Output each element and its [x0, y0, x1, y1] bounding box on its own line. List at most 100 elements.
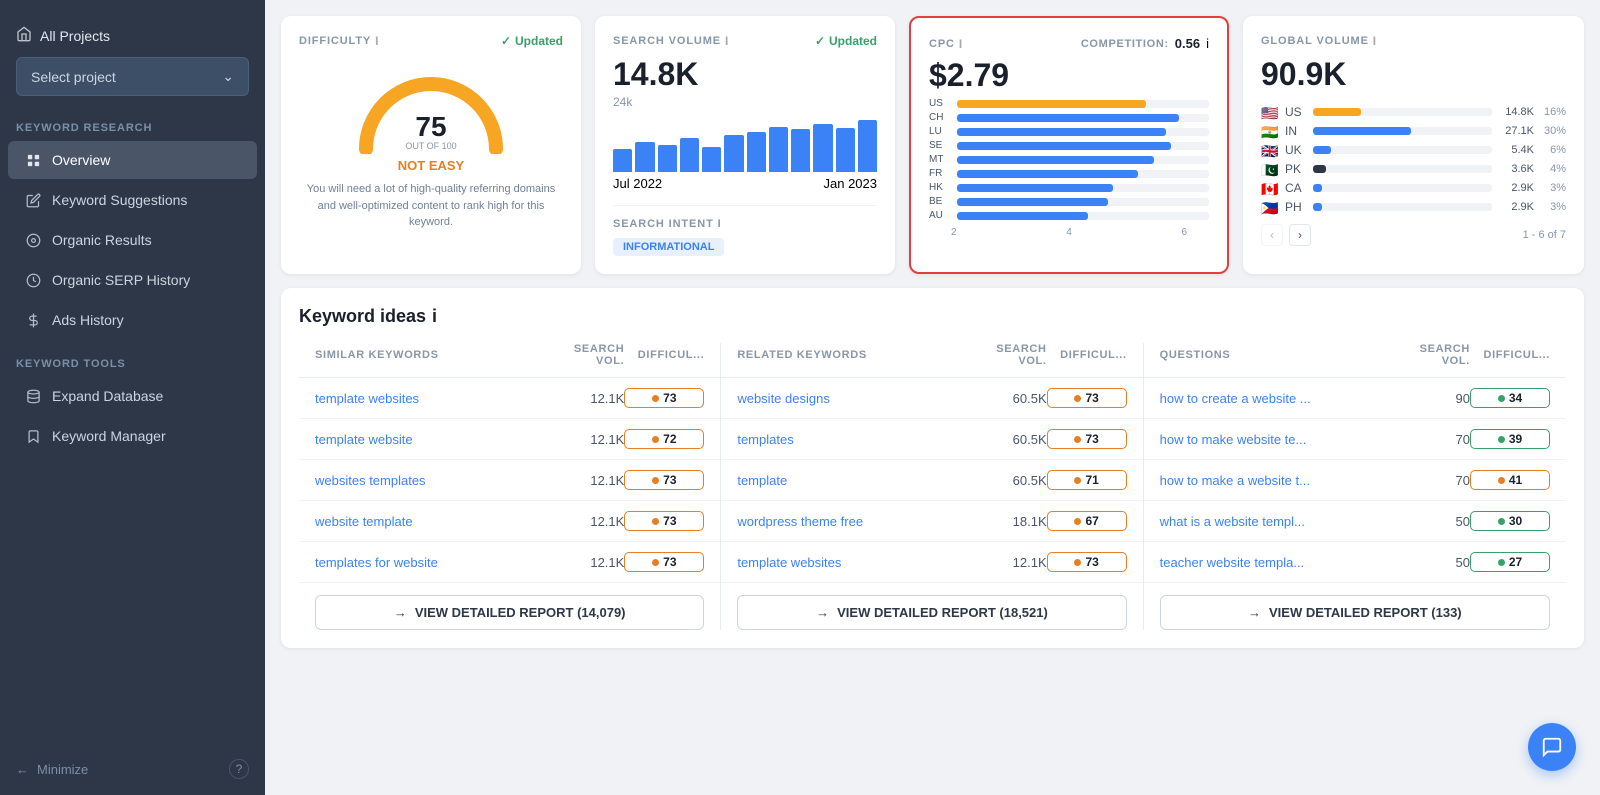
minimize-label: Minimize [37, 762, 88, 777]
questions-vol-header: SEARCH VOL. [1390, 343, 1470, 367]
table-row: templates for website12.1K73 [299, 542, 720, 583]
diff-dot [652, 559, 659, 566]
sidebar-item-overview[interactable]: Overview [8, 141, 257, 179]
kw-vol: 60.5K [967, 391, 1047, 406]
svg-text:OUT OF 100: OUT OF 100 [405, 141, 456, 151]
select-project-label: Select project [31, 69, 116, 85]
svg-text:75: 75 [415, 111, 446, 142]
related-vol-header: SEARCH VOL. [967, 343, 1047, 367]
gauge-rating: NOT EASY [398, 158, 464, 173]
bookmark-icon [24, 427, 42, 445]
sv-value: 14.8K [613, 56, 877, 93]
gv-next-button[interactable]: › [1289, 224, 1311, 246]
kw-link[interactable]: website template [315, 514, 544, 529]
competition-info-icon[interactable]: i [1206, 36, 1209, 51]
search-volume-card: SEARCH VOLUME i ✓ Updated 14.8K 24k [595, 16, 895, 274]
kw-link[interactable]: website designs [737, 391, 966, 406]
difficulty-info-icon[interactable]: i [375, 34, 379, 48]
related-keywords-col: RELATED KEYWORDS SEARCH VOL. DIFFICUL...… [721, 343, 1143, 630]
search-intent-section: SEARCH INTENT i INFORMATIONAL [613, 205, 877, 256]
kw-vol: 50 [1390, 514, 1470, 529]
questions-view-report-button[interactable]: → VIEW DETAILED REPORT (133) [1160, 595, 1550, 630]
circle-icon [24, 231, 42, 249]
kw-link[interactable]: templates [737, 432, 966, 447]
difficulty-badge: 73 [1047, 429, 1127, 449]
table-row: wordpress theme free18.1K67 [721, 501, 1142, 542]
cpc-bars: US CH LU SE MT FR HK BE AU [929, 98, 1209, 221]
questions-col-header: QUESTIONS [1160, 349, 1390, 361]
sv-info-icon[interactable]: i [725, 34, 729, 48]
minimize-button[interactable]: ← Minimize [16, 762, 88, 777]
intent-info-icon[interactable]: i [718, 218, 722, 230]
kw-link[interactable]: template [737, 473, 966, 488]
kw-link[interactable]: template websites [737, 555, 966, 570]
chevron-down-icon: ⌄ [222, 68, 234, 85]
kw-link[interactable]: how to make a website t... [1160, 473, 1390, 488]
search-intent-label: SEARCH INTENT i [613, 218, 877, 230]
difficulty-badge: 73 [624, 511, 704, 531]
kw-link[interactable]: template website [315, 432, 544, 447]
kw-vol: 50 [1390, 555, 1470, 570]
gv-countries: 🇺🇸US14.8K16% 🇮🇳IN27.1K30% 🇬🇧UK5.4K6% 🇵🇰P… [1261, 105, 1566, 214]
sidebar-item-keyword-manager[interactable]: Keyword Manager [8, 417, 257, 455]
kw-link[interactable]: how to make website te... [1160, 432, 1390, 447]
sidebar-item-organic-serp-history[interactable]: Organic SERP History [8, 261, 257, 299]
difficulty-badge: 72 [624, 429, 704, 449]
kw-link[interactable]: teacher website templa... [1160, 555, 1390, 570]
kw-link[interactable]: what is a website templ... [1160, 514, 1390, 529]
sidebar-item-keyword-suggestions[interactable]: Keyword Suggestions [8, 181, 257, 219]
difficulty-card: DIFFICULTY i ✓ Updated 75 OUT OF 100 [281, 16, 581, 274]
diff-dot [652, 436, 659, 443]
keyword-tools-section-label: KEYWORD TOOLS [0, 340, 265, 376]
kw-link[interactable]: how to create a website ... [1160, 391, 1390, 406]
table-row: template60.5K71 [721, 460, 1142, 501]
kw-link[interactable]: wordpress theme free [737, 514, 966, 529]
flag-pk: 🇵🇰 [1261, 163, 1279, 176]
sv-bar-chart [613, 117, 877, 172]
difficulty-updated-badge: ✓ Updated [501, 34, 563, 48]
gv-prev-button[interactable]: ‹ [1261, 224, 1283, 246]
kw-link[interactable]: websites templates [315, 473, 544, 488]
gauge-container: 75 OUT OF 100 NOT EASY You will need a l… [299, 56, 563, 235]
keyword-ideas-info-icon[interactable]: i [432, 306, 437, 327]
diff-dot [1074, 559, 1081, 566]
difficulty-badge: 73 [624, 388, 704, 408]
all-projects-link[interactable]: All Projects [16, 18, 249, 57]
kw-link[interactable]: template websites [315, 391, 544, 406]
cpc-value: $2.79 [929, 57, 1209, 94]
sidebar-expand-database-label: Expand Database [52, 388, 163, 404]
kw-link[interactable]: templates for website [315, 555, 544, 570]
similar-diff-header: DIFFICUL... [624, 349, 704, 361]
select-project-dropdown[interactable]: Select project ⌄ [16, 57, 249, 96]
chart-label-start: Jul 2022 [613, 176, 662, 191]
difficulty-badge: 73 [624, 552, 704, 572]
flag-ph: 🇵🇭 [1261, 201, 1279, 214]
chat-icon [1541, 736, 1563, 758]
questions-diff-header: DIFFICUL... [1470, 349, 1550, 361]
gv-info-icon[interactable]: i [1373, 34, 1377, 48]
sidebar-item-expand-database[interactable]: Expand Database [8, 377, 257, 415]
table-row: how to make website te...7039 [1144, 419, 1566, 460]
sidebar-item-ads-history[interactable]: Ads History [8, 301, 257, 339]
diff-dot [652, 518, 659, 525]
chat-fab-button[interactable] [1528, 723, 1576, 771]
table-row: how to create a website ...9034 [1144, 378, 1566, 419]
sidebar-item-organic-results[interactable]: Organic Results [8, 221, 257, 259]
difficulty-badge: 30 [1470, 511, 1550, 531]
related-view-report-button[interactable]: → VIEW DETAILED REPORT (18,521) [737, 595, 1126, 630]
difficulty-badge: 27 [1470, 552, 1550, 572]
help-icon[interactable]: ? [229, 759, 249, 779]
difficulty-badge: 73 [624, 470, 704, 490]
similar-view-report-button[interactable]: → VIEW DETAILED REPORT (14,079) [315, 595, 704, 630]
keyword-ideas-section: Keyword ideas i SIMILAR KEYWORDS SEARCH … [281, 288, 1584, 648]
table-row: how to make a website t...7041 [1144, 460, 1566, 501]
sidebar-organic-results-label: Organic Results [52, 232, 152, 248]
all-projects-label: All Projects [40, 28, 110, 44]
arrow-right-icon: → [816, 605, 829, 620]
flag-ca: 🇨🇦 [1261, 182, 1279, 195]
cpc-info-icon[interactable]: i [959, 37, 963, 51]
global-volume-card: GLOBAL VOLUME i 90.9K 🇺🇸US14.8K16% 🇮🇳IN2… [1243, 16, 1584, 274]
gv-value: 90.9K [1261, 56, 1566, 93]
table-row: template websites12.1K73 [299, 378, 720, 419]
difficulty-badge: 34 [1470, 388, 1550, 408]
